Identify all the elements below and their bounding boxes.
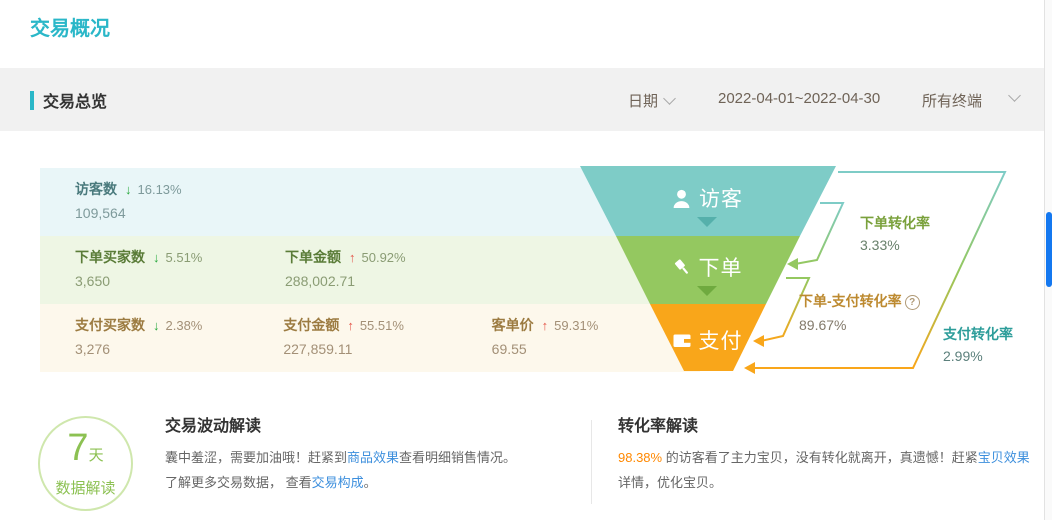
highlight-percentage: 98.38% [618, 450, 662, 465]
item-effect-link[interactable]: 宝贝效果 [978, 450, 1030, 465]
section-toolbar: 交易总览 日期 2022-04-01~2022-04-30 所有终端 [0, 68, 1052, 131]
scrollbar-thumb[interactable] [1046, 212, 1052, 287]
stage-label: 支付 [699, 325, 743, 355]
stage-visitor: 访客 [652, 183, 762, 213]
pay-conversion-rate: 支付转化率 2.99% [943, 327, 1013, 363]
help-icon[interactable]: ? [905, 295, 920, 310]
insight-text: 查看明细销售情况。 [399, 450, 516, 465]
metric-pay-amount: 支付金额 ↑ 55.51% 227,859.11 [283, 315, 491, 372]
conversion-insight: 转化率解读 98.38% 的访客看了主力宝贝，没有转化就离开，真遗憾！赶紧宝贝效… [618, 412, 1038, 495]
trend-down-icon: ↓ [125, 182, 132, 197]
metric-pct: 50.92% [362, 250, 406, 265]
metric-label: 下单买家数 [75, 249, 145, 265]
trend-up-icon: ↑ [349, 250, 356, 265]
trend-down-icon: ↓ [153, 250, 160, 265]
metric-pay-buyers: 支付买家数 ↓ 2.38% 3,276 [75, 315, 283, 372]
stage-label: 下单 [699, 252, 743, 282]
date-range-value[interactable]: 2022-04-01~2022-04-30 [718, 90, 880, 107]
terminal-chevron[interactable] [1003, 90, 1019, 108]
product-effect-link[interactable]: 商品效果 [347, 450, 399, 465]
vertical-divider [591, 420, 592, 504]
metric-pct: 55.51% [360, 318, 404, 333]
badge-number: 7 [67, 427, 88, 469]
metric-label: 支付买家数 [75, 317, 145, 333]
wallet-icon [672, 330, 692, 350]
date-filter-dropdown[interactable]: 日期 [628, 90, 674, 111]
metric-visitor-count: 访客数 ↓ 16.13% 109,564 [75, 179, 285, 236]
metric-order-amount: 下单金额 ↑ 50.92% 288,002.71 [285, 247, 495, 304]
trade-fluctuation-insight: 交易波动解读 囊中羞涩，需要加油哦！赶紧到商品效果查看明细销售情况。 了解更多交… [165, 412, 575, 495]
metric-value: 227,859.11 [283, 341, 491, 357]
badge-unit: 天 [89, 447, 104, 464]
chevron-down-icon [663, 92, 676, 105]
metric-pct: 2.38% [166, 318, 203, 333]
badge-caption: 数据解读 [55, 477, 115, 498]
chevron-down-icon [1008, 89, 1021, 102]
stage-pay: 支付 [652, 325, 762, 355]
metric-label: 支付金额 [283, 317, 339, 333]
metric-pct: 16.13% [138, 182, 182, 197]
insight-text: 了解更多交易数据， 查看 [165, 475, 312, 490]
insight-title: 转化率解读 [618, 412, 1038, 436]
conversion-value: 2.99% [943, 349, 1013, 363]
stage-label: 访客 [699, 183, 743, 213]
vertical-scrollbar [1044, 0, 1052, 520]
conversion-label: 下单-支付转化率 [799, 293, 902, 309]
insight-text: 详情，优化宝贝。 [618, 475, 722, 490]
trend-up-icon: ↑ [347, 318, 354, 333]
order-pay-conversion-rate: 下单-支付转化率? 89.67% [799, 294, 920, 332]
conversion-label: 下单转化率 [860, 216, 930, 230]
terminal-dropdown[interactable]: 所有终端 [922, 90, 982, 111]
trend-down-icon: ↓ [153, 318, 160, 333]
gavel-icon [672, 257, 692, 277]
order-conversion-rate: 下单转化率 3.33% [860, 216, 930, 252]
metric-label: 客单价 [492, 317, 534, 333]
seven-day-badge: 7天 数据解读 [38, 416, 133, 511]
stage-order: 下单 [652, 252, 762, 282]
insight-line: 囊中羞涩，需要加油哦！赶紧到商品效果查看明细销售情况。 [165, 445, 575, 470]
insight-text: 的访客看了主力宝贝，没有转化就离开，真遗憾！赶紧 [662, 450, 978, 465]
metric-pct: 5.51% [166, 250, 203, 265]
insight-line: 了解更多交易数据， 查看交易构成。 [165, 470, 575, 495]
insight-text: 。 [364, 475, 377, 490]
conversion-value: 3.33% [860, 238, 930, 252]
date-filter-label: 日期 [628, 93, 658, 110]
metric-value: 288,002.71 [285, 273, 495, 289]
trade-composition-link[interactable]: 交易构成 [312, 475, 364, 490]
section-accent-bar [30, 91, 34, 110]
person-icon [671, 188, 692, 209]
metric-value: 3,276 [75, 341, 283, 357]
trend-up-icon: ↑ [542, 318, 549, 333]
conversion-label: 支付转化率 [943, 327, 1013, 341]
conversion-value: 89.67% [799, 318, 920, 332]
arrow-left-icon [787, 258, 798, 270]
page-title: 交易概况 [30, 12, 110, 41]
section-title: 交易总览 [43, 88, 107, 112]
metric-order-buyers: 下单买家数 ↓ 5.51% 3,650 [75, 247, 285, 304]
metric-value: 3,650 [75, 273, 285, 289]
metric-value: 109,564 [75, 205, 285, 221]
metric-label: 下单金额 [285, 249, 341, 265]
metric-label: 访客数 [75, 181, 117, 197]
arrow-left-icon [744, 362, 755, 374]
insight-text: 囊中羞涩，需要加油哦！赶紧到 [165, 450, 347, 465]
insight-title: 交易波动解读 [165, 412, 575, 436]
